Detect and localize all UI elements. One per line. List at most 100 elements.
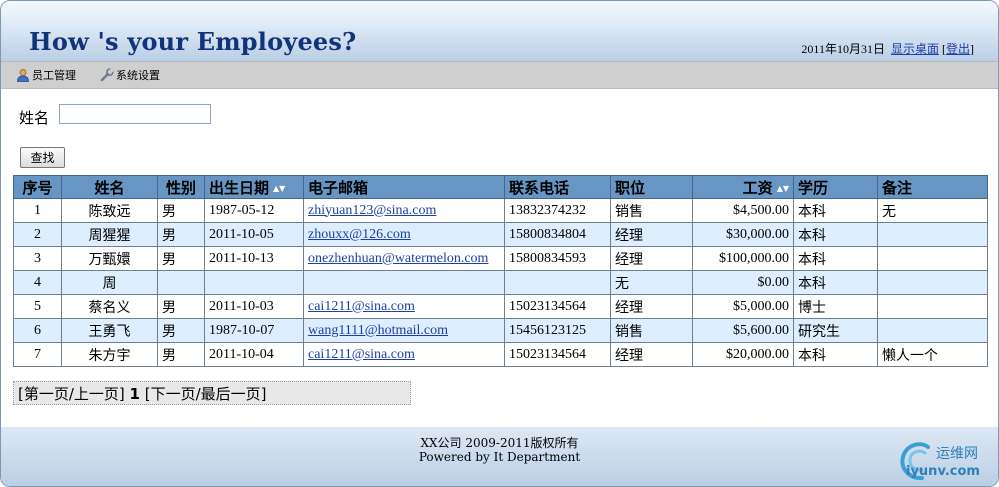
cell-birthdate: 1987-10-07 (204, 318, 304, 343)
cell-remarks (877, 246, 988, 271)
cell-phone: 13832374232 (504, 198, 611, 223)
cell-position: 经理 (610, 222, 693, 247)
table-row: 1 陈致远 男 1987-05-12 zhiyuan123@sina.com 1… (13, 198, 988, 223)
cell-salary: $100,000.00 (692, 246, 794, 271)
pager-next-link[interactable]: [下一页 (145, 385, 196, 403)
cell-education: 博士 (793, 294, 878, 319)
cell-email: onezhenhuan@watermelon.com (303, 246, 505, 271)
page-footer: XX公司 2009-2011版权所有 Powered by It Departm… (1, 427, 998, 486)
app-title: How 's your Employees? (29, 27, 357, 56)
column-header-birthdate[interactable]: 出生日期 ▲▼ (204, 175, 304, 199)
table-row: 2 周猩猩 男 2011-10-05 zhouxx@126.com 158008… (13, 222, 988, 247)
cell-name: 陈致远 (61, 198, 158, 223)
cell-name: 周 (61, 270, 158, 295)
cell-birthdate: 2011-10-04 (204, 342, 304, 367)
sort-icon: ▲▼ (273, 183, 286, 193)
email-link[interactable]: cai1211@sina.com (308, 299, 415, 314)
cell-salary: $5,000.00 (692, 294, 794, 319)
cell-index: 4 (13, 270, 62, 295)
cell-name: 朱方宇 (61, 342, 158, 367)
show-desktop-link[interactable]: 显示桌面 (891, 42, 939, 56)
cell-position: 经理 (610, 246, 693, 271)
cell-salary: $30,000.00 (692, 222, 794, 247)
cell-birthdate: 2011-10-05 (204, 222, 304, 247)
column-header-salary[interactable]: 工资 ▲▼ (692, 175, 794, 199)
pager-last-link[interactable]: /最后一页] (196, 385, 267, 403)
cell-phone (504, 270, 611, 295)
table-row: 4 周 无 $0.00 本科 (13, 270, 988, 295)
cell-index: 6 (13, 318, 62, 343)
watermark-url: iyunv.com (906, 464, 980, 479)
cell-birthdate: 2011-10-13 (204, 246, 304, 271)
cell-position: 销售 (610, 318, 693, 343)
cell-position: 经理 (610, 342, 693, 367)
pager-prev-link[interactable]: /上一页] (69, 385, 125, 403)
column-header-position[interactable]: 职位 (610, 175, 693, 199)
cell-remarks: 无 (877, 198, 988, 223)
column-header-index[interactable]: 序号 (13, 175, 62, 199)
cell-birthdate (204, 270, 304, 295)
column-header-phone[interactable]: 联系电话 (504, 175, 611, 199)
name-search-label: 姓名 (19, 109, 50, 127)
search-button[interactable]: 查找 (20, 147, 65, 168)
cell-email: zhiyuan123@sina.com (303, 198, 505, 223)
cell-name: 周猩猩 (61, 222, 158, 247)
cell-phone: 15023134564 (504, 294, 611, 319)
cell-remarks (877, 318, 988, 343)
cell-gender: 男 (157, 294, 205, 319)
current-date: 2011年10月31日 (801, 42, 885, 56)
bracket-close: ] (970, 42, 974, 56)
column-header-education[interactable]: 学历 (793, 175, 878, 199)
cell-index: 7 (13, 342, 62, 367)
cell-index: 1 (13, 198, 62, 223)
cell-education: 本科 (793, 246, 878, 271)
pager-current-page: 1 (129, 385, 140, 403)
cell-education: 研究生 (793, 318, 878, 343)
email-link[interactable]: zhiyuan123@sina.com (308, 203, 436, 218)
footer-copyright: XX公司 2009-2011版权所有 (420, 436, 579, 450)
column-header-email[interactable]: 电子邮箱 (303, 175, 505, 199)
app-window: How 's your Employees? 2011年10月31日 显示桌面 … (0, 0, 999, 487)
column-header-gender[interactable]: 性别 (157, 175, 205, 199)
cell-birthdate: 1987-05-12 (204, 198, 304, 223)
cell-gender: 男 (157, 318, 205, 343)
pager-first-link[interactable]: [第一页 (18, 385, 69, 403)
cell-remarks (877, 222, 988, 247)
column-header-label: 工资 (742, 178, 773, 197)
sort-icon: ▲▼ (776, 183, 789, 193)
cell-name: 王勇飞 (61, 318, 158, 343)
menu-item-label: 员工管理 (32, 69, 76, 82)
column-header-name[interactable]: 姓名 (61, 175, 158, 199)
table-row: 7 朱方宇 男 2011-10-04 cai1211@sina.com 1502… (13, 342, 988, 367)
cell-email: zhouxx@126.com (303, 222, 505, 247)
user-icon (16, 68, 30, 82)
cell-gender (157, 270, 205, 295)
cell-position: 销售 (610, 198, 693, 223)
cell-email: wang1111@hotmail.com (303, 318, 505, 343)
menu-item-employee-management[interactable]: 员工管理 (16, 67, 76, 83)
cell-email: cai1211@sina.com (303, 294, 505, 319)
email-link[interactable]: wang1111@hotmail.com (308, 323, 448, 338)
table-row: 3 万甄嬛 男 2011-10-13 onezhenhuan@watermelo… (13, 246, 988, 271)
cell-salary: $5,600.00 (692, 318, 794, 343)
cell-name: 蔡名义 (61, 294, 158, 319)
cell-phone: 15023134564 (504, 342, 611, 367)
watermark-name: 运维网 (936, 446, 978, 462)
cell-index: 5 (13, 294, 62, 319)
cell-email: cai1211@sina.com (303, 342, 505, 367)
menu-item-system-settings[interactable]: 系统设置 (100, 67, 160, 83)
cell-salary: $4,500.00 (692, 198, 794, 223)
cell-remarks: 懒人一个 (877, 342, 988, 367)
column-header-label: 出生日期 (209, 178, 270, 197)
name-search-input[interactable] (59, 104, 211, 124)
column-header-remarks[interactable]: 备注 (877, 175, 988, 199)
pagination-bar: [第一页/上一页] 1 [下一页/最后一页] (13, 381, 411, 405)
email-link[interactable]: cai1211@sina.com (308, 347, 415, 362)
cell-education: 本科 (793, 342, 878, 367)
cell-education: 本科 (793, 270, 878, 295)
email-link[interactable]: zhouxx@126.com (308, 227, 411, 242)
cell-education: 本科 (793, 198, 878, 223)
cell-birthdate: 2011-10-03 (204, 294, 304, 319)
logout-link[interactable]: 登出 (946, 42, 970, 56)
email-link[interactable]: onezhenhuan@watermelon.com (308, 251, 488, 266)
